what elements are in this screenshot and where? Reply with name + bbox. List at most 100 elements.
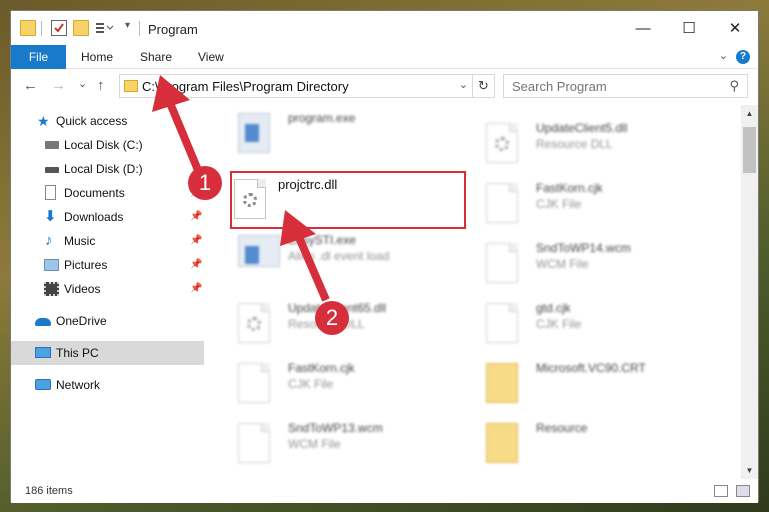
- file-name: program.exe: [288, 111, 356, 125]
- tab-home[interactable]: Home: [69, 45, 125, 69]
- help-icon[interactable]: ?: [736, 50, 750, 64]
- sidebar-item-network[interactable]: Network: [11, 373, 204, 397]
- file-item[interactable]: Microsoft.VC90.CRT: [474, 355, 714, 411]
- network-icon: [35, 379, 51, 390]
- star-icon: ★: [37, 113, 50, 129]
- tab-share[interactable]: Share: [128, 45, 184, 69]
- explorer-window: ▾ Program — ☐ ✕ File Home Share View ⌄ ?…: [10, 10, 759, 503]
- title-bar: ▾ Program — ☐ ✕: [11, 11, 758, 45]
- search-icon[interactable]: ⚲: [729, 78, 739, 94]
- forward-button[interactable]: →: [51, 77, 66, 94]
- window-title: Program: [148, 22, 198, 37]
- details-view-icon[interactable]: [714, 485, 728, 497]
- pin-icon[interactable]: 📌: [190, 229, 202, 253]
- file-type: CJK File: [288, 377, 334, 391]
- sidebar-item-label: Local Disk (D:): [64, 162, 143, 176]
- status-bar: 186 items: [11, 481, 758, 503]
- search-box[interactable]: ⚲: [503, 74, 748, 98]
- file-name: projctrc.dll: [278, 177, 338, 192]
- file-item[interactable]: SndToWP13.wcm WCM File: [226, 415, 466, 471]
- search-input[interactable]: [512, 78, 712, 94]
- navigation-bar: ← → ⌄ ↑ C:\Program Files\Program Directo…: [11, 71, 758, 101]
- view-options-icon[interactable]: [95, 20, 114, 36]
- up-button[interactable]: ↑: [97, 77, 105, 94]
- pin-icon[interactable]: 📌: [190, 205, 202, 229]
- file-item[interactable]: Resource: [474, 415, 714, 471]
- pin-icon[interactable]: 📌: [190, 253, 202, 277]
- scroll-up-arrow-icon[interactable]: ▲: [741, 105, 758, 122]
- sidebar-item-pictures[interactable]: Pictures 📌: [11, 253, 204, 277]
- file-item[interactable]: gtd.cjk CJK File: [474, 295, 714, 351]
- file-item[interactable]: EasySTI.exe Alien .dl event load: [226, 227, 466, 283]
- step-1-callout: 1: [188, 166, 222, 200]
- address-path[interactable]: C:\Program Files\Program Directory: [142, 79, 349, 94]
- vertical-scrollbar[interactable]: ▲ ▼: [741, 105, 758, 479]
- sidebar-item-local-disk-d[interactable]: Local Disk (D:): [11, 157, 204, 181]
- drive-icon: [45, 141, 59, 149]
- sidebar-item-music[interactable]: ♪ Music 📌: [11, 229, 204, 253]
- file-type: WCM File: [536, 257, 589, 271]
- back-button[interactable]: ←: [23, 77, 38, 94]
- recent-locations-button[interactable]: ⌄: [78, 77, 87, 90]
- file-item[interactable]: UpdateClient5.dll Resource DLL: [474, 115, 714, 171]
- step-2-callout: 2: [315, 301, 349, 335]
- exe-icon: [238, 113, 270, 153]
- customize-toolbar-icon[interactable]: ▾: [125, 20, 130, 31]
- highlighted-file[interactable]: projctrc.dll: [230, 171, 466, 229]
- sidebar-item-local-disk-c[interactable]: Local Disk (C:): [11, 133, 204, 157]
- scroll-down-arrow-icon[interactable]: ▼: [741, 462, 758, 479]
- scrollbar-thumb[interactable]: [743, 127, 756, 173]
- dll-gear-icon: [234, 179, 266, 219]
- file-item[interactable]: program.exe: [226, 105, 466, 161]
- new-folder-icon[interactable]: [73, 20, 89, 36]
- folder-icon[interactable]: [20, 20, 36, 36]
- file-icon: [486, 183, 518, 223]
- sidebar-item-label: This PC: [56, 346, 99, 360]
- tab-view[interactable]: View: [186, 45, 236, 69]
- videos-icon: [44, 282, 59, 296]
- sidebar-item-documents[interactable]: Documents 📌: [11, 181, 204, 205]
- sidebar-item-label: Music: [64, 234, 96, 248]
- sidebar-item-onedrive[interactable]: OneDrive: [11, 309, 204, 333]
- file-type: WCM File: [288, 437, 341, 451]
- cloud-icon: [35, 318, 51, 326]
- sidebar-item-label: Network: [56, 378, 101, 392]
- properties-icon[interactable]: [51, 20, 67, 36]
- sidebar-item-videos[interactable]: Videos 📌: [11, 277, 204, 301]
- sidebar-item-label: Videos: [64, 282, 101, 296]
- close-button[interactable]: ✕: [712, 11, 758, 45]
- file-icon: [486, 243, 518, 283]
- sidebar-item-this-pc[interactable]: This PC: [11, 341, 204, 365]
- sidebar-item-downloads[interactable]: ⬇ Downloads 📌: [11, 205, 204, 229]
- address-bar[interactable]: C:\Program Files\Program Directory ⌄ ↻: [119, 74, 495, 98]
- file-name: UpdateClient5.dll: [536, 121, 628, 135]
- maximize-button[interactable]: ☐: [666, 11, 712, 45]
- exe-icon: [238, 235, 280, 275]
- sidebar-item-label: Documents: [64, 186, 125, 200]
- large-icons-view-icon[interactable]: [736, 485, 750, 497]
- refresh-button[interactable]: ↻: [472, 75, 494, 97]
- sidebar-item-label: OneDrive: [56, 314, 107, 328]
- item-count: 186 items: [25, 485, 73, 497]
- dll-gear-icon: [238, 303, 270, 343]
- tab-file[interactable]: File: [11, 45, 66, 69]
- chevron-down-icon[interactable]: ⌄: [719, 49, 728, 62]
- chevron-down-icon[interactable]: ⌄: [459, 78, 468, 91]
- folder-icon: [486, 423, 518, 463]
- file-item[interactable]: FastKorn.cjk CJK File: [226, 355, 466, 411]
- file-item[interactable]: SndToWP14.wcm WCM File: [474, 235, 714, 291]
- ribbon: File Home Share View ⌄ ?: [11, 45, 758, 69]
- sidebar-item-label: Quick access: [56, 114, 128, 128]
- download-icon: ⬇: [44, 208, 57, 225]
- file-icon: [238, 363, 270, 403]
- folder-icon: [486, 363, 518, 403]
- file-type: CJK File: [536, 317, 582, 331]
- divider: [41, 21, 42, 36]
- file-icon: [486, 303, 518, 343]
- minimize-button[interactable]: —: [620, 11, 666, 45]
- pin-icon[interactable]: 📌: [190, 277, 202, 301]
- sidebar-item-quick-access[interactable]: ★ Quick access: [11, 109, 204, 133]
- file-item[interactable]: FastKorn.cjk CJK File: [474, 175, 714, 231]
- file-type: Alien .dl event load: [288, 249, 390, 263]
- sidebar-item-label: Pictures: [64, 258, 108, 272]
